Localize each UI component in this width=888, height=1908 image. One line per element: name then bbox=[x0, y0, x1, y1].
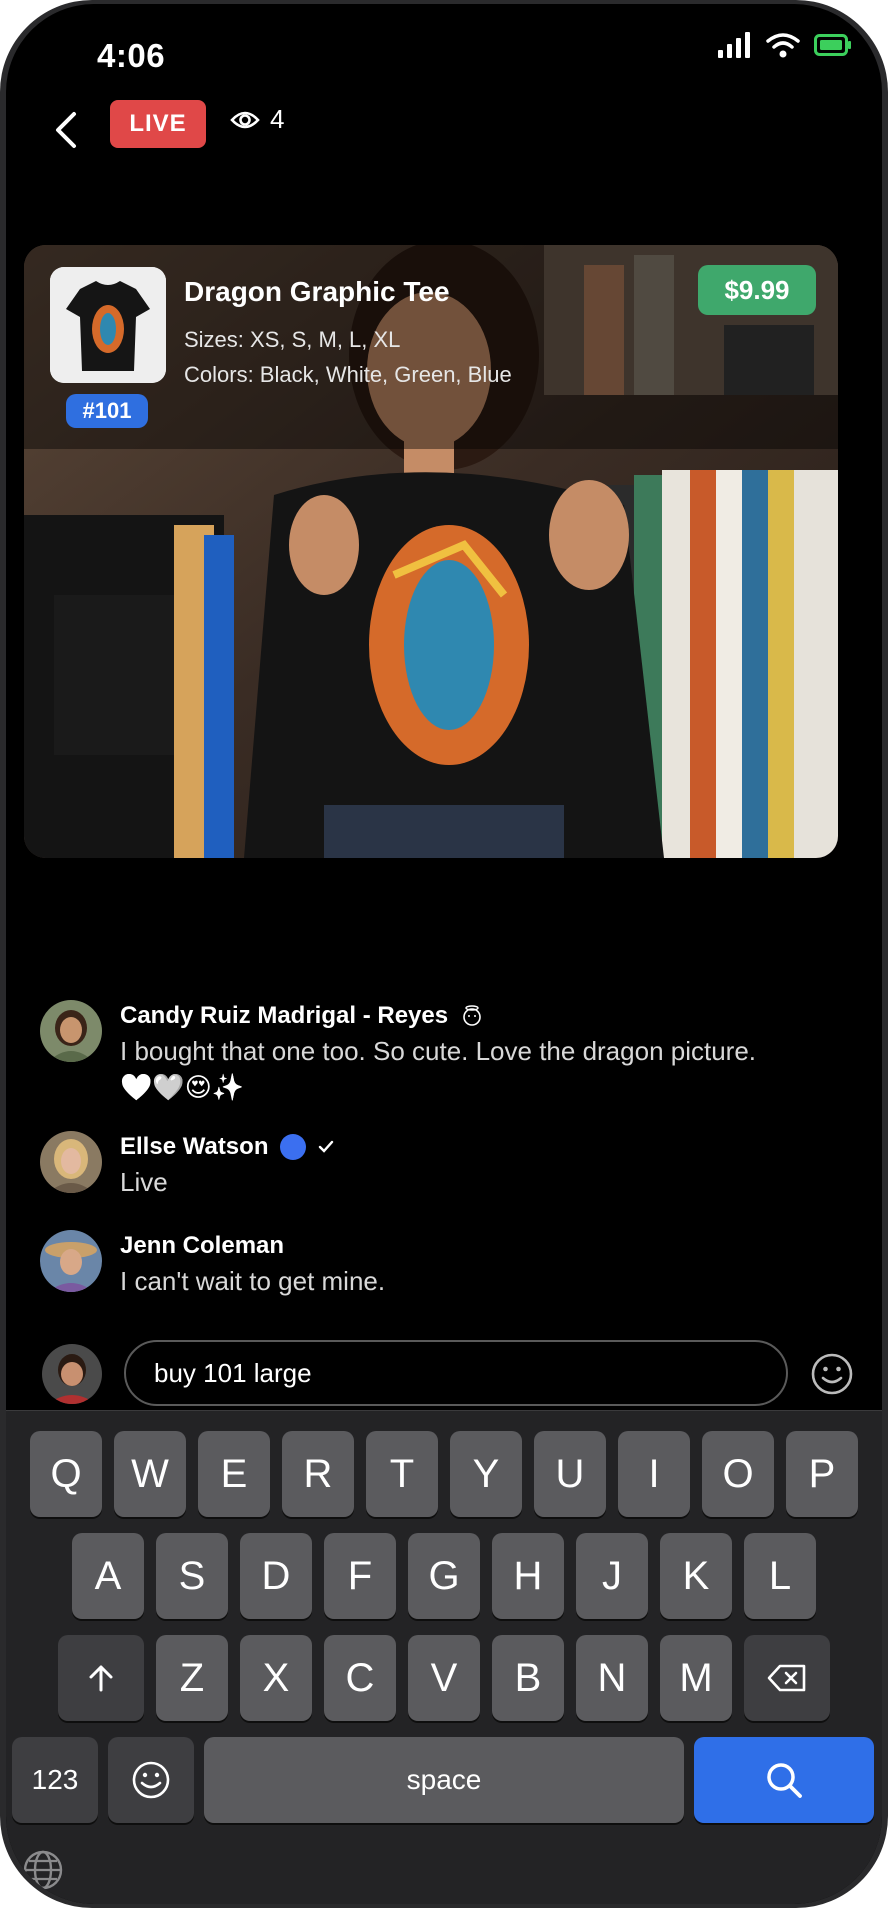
avatar bbox=[40, 1000, 102, 1062]
key-c[interactable]: C bbox=[324, 1635, 396, 1721]
globe-icon[interactable] bbox=[22, 1849, 64, 1891]
product-thumbnail-image bbox=[50, 267, 166, 383]
status-icons bbox=[718, 32, 852, 58]
viewer-count-value: 4 bbox=[270, 104, 285, 134]
key-p[interactable]: P bbox=[786, 1431, 858, 1517]
comment-author: Ellse Watson bbox=[120, 1131, 334, 1163]
live-video[interactable]: #101 Dragon Graphic Tee Sizes: XS, S, M,… bbox=[24, 245, 838, 858]
comment-item: Candy Ruiz Madrigal - Reyes I bought tha… bbox=[40, 1000, 756, 1104]
key-r[interactable]: R bbox=[282, 1431, 354, 1517]
key-y[interactable]: Y bbox=[450, 1431, 522, 1517]
keyboard: Q W E R T Y U I O P A S D F G H J K L Z … bbox=[6, 1410, 882, 1904]
key-v[interactable]: V bbox=[408, 1635, 480, 1721]
key-k[interactable]: K bbox=[660, 1533, 732, 1619]
product-colors: Colors: Black, White, Green, Blue bbox=[184, 362, 512, 387]
my-avatar-image bbox=[42, 1344, 102, 1404]
key-a[interactable]: A bbox=[72, 1533, 144, 1619]
comment-text: Live bbox=[120, 1167, 168, 1197]
key-m[interactable]: M bbox=[660, 1635, 732, 1721]
search-icon bbox=[767, 1763, 802, 1798]
numbers-key[interactable]: 123 bbox=[12, 1737, 98, 1823]
key-l[interactable]: L bbox=[744, 1533, 816, 1619]
live-badge: LIVE bbox=[110, 100, 206, 148]
comment-author-name: Jenn Coleman bbox=[120, 1232, 285, 1259]
chat-input[interactable]: buy 101 large bbox=[124, 1340, 788, 1406]
comment-item: Jenn Coleman I can't wait to get mine. bbox=[40, 1230, 385, 1298]
comment-text: I can't wait to get mine. bbox=[120, 1266, 386, 1296]
avatar bbox=[40, 1230, 102, 1292]
signal-icon bbox=[718, 32, 750, 58]
eye-icon bbox=[230, 111, 260, 128]
screen: 4:06 LIVE 4 #101 Dragon Graphic Tee Size… bbox=[6, 4, 882, 1904]
checkmark-icon bbox=[319, 1140, 334, 1153]
viewer-count: 4 bbox=[230, 104, 284, 135]
key-n[interactable]: N bbox=[576, 1635, 648, 1721]
product-item-number: #101 bbox=[66, 394, 148, 428]
angel-emoji-icon bbox=[463, 1005, 481, 1026]
emoji-key[interactable] bbox=[108, 1737, 194, 1823]
comment-author: Jenn Coleman bbox=[120, 1230, 385, 1262]
wifi-icon bbox=[766, 33, 800, 58]
comment-text: I bought that one too. So cute. Love the… bbox=[120, 1036, 757, 1066]
key-z[interactable]: Z bbox=[156, 1635, 228, 1721]
comment-emoji-line: 💛❤️😍✨ bbox=[120, 1072, 245, 1102]
my-avatar bbox=[42, 1344, 102, 1404]
emoji-icon[interactable] bbox=[810, 1352, 854, 1396]
backspace-icon bbox=[767, 1664, 806, 1692]
avatar-image bbox=[40, 1131, 102, 1193]
key-u[interactable]: U bbox=[534, 1431, 606, 1517]
key-b[interactable]: B bbox=[492, 1635, 564, 1721]
backspace-key[interactable] bbox=[744, 1635, 830, 1721]
verified-dot-icon bbox=[280, 1134, 307, 1160]
key-j[interactable]: J bbox=[576, 1533, 648, 1619]
phone-frame: 4:06 LIVE 4 #101 Dragon Graphic Tee Size… bbox=[0, 0, 888, 1908]
shift-key[interactable] bbox=[58, 1635, 144, 1721]
status-time: 4:06 bbox=[97, 37, 166, 74]
emoji-key-icon bbox=[132, 1761, 170, 1799]
key-t[interactable]: T bbox=[366, 1431, 438, 1517]
key-o[interactable]: O bbox=[702, 1431, 774, 1517]
avatar-image bbox=[40, 1230, 102, 1292]
product-name: Dragon Graphic Tee bbox=[184, 276, 450, 307]
key-e[interactable]: E bbox=[198, 1431, 270, 1517]
space-key[interactable]: space bbox=[204, 1737, 684, 1823]
comment-author: Candy Ruiz Madrigal - Reyes bbox=[120, 1000, 756, 1032]
key-f[interactable]: F bbox=[324, 1533, 396, 1619]
product-thumbnail[interactable] bbox=[50, 267, 166, 383]
comment-item: Ellse Watson Live bbox=[40, 1131, 334, 1199]
key-g[interactable]: G bbox=[408, 1533, 480, 1619]
shift-arrow-icon bbox=[89, 1665, 113, 1692]
avatar bbox=[40, 1131, 102, 1193]
price-badge[interactable]: $9.99 bbox=[698, 265, 816, 315]
product-sizes: Sizes: XS, S, M, L, XL bbox=[184, 327, 401, 352]
avatar-image bbox=[40, 1000, 102, 1062]
key-h[interactable]: H bbox=[492, 1533, 564, 1619]
key-s[interactable]: S bbox=[156, 1533, 228, 1619]
back-chevron-icon[interactable] bbox=[46, 108, 86, 152]
search-key[interactable] bbox=[694, 1737, 874, 1823]
key-x[interactable]: X bbox=[240, 1635, 312, 1721]
key-i[interactable]: I bbox=[618, 1431, 690, 1517]
comment-author-name: Ellse Watson bbox=[120, 1133, 269, 1160]
battery-icon bbox=[814, 34, 851, 56]
key-q[interactable]: Q bbox=[30, 1431, 102, 1517]
key-w[interactable]: W bbox=[114, 1431, 186, 1517]
key-d[interactable]: D bbox=[240, 1533, 312, 1619]
comment-author-name: Candy Ruiz Madrigal - Reyes bbox=[120, 1002, 449, 1029]
